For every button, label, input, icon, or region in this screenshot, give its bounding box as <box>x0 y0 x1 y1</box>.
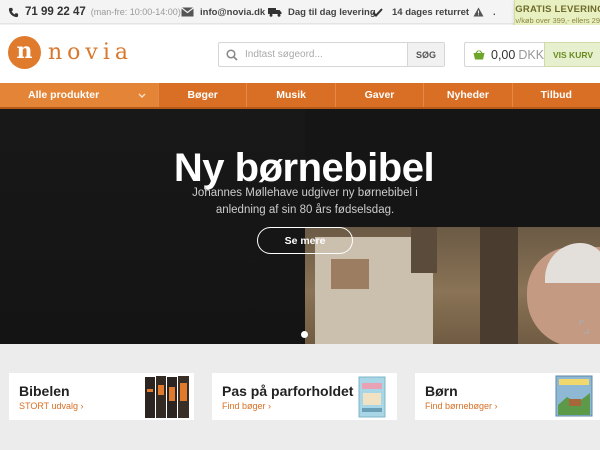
phone-number: 71 99 22 47 <box>25 6 86 18</box>
returns-info: 14 dages returret <box>372 0 469 24</box>
promo-link[interactable]: Find bøger › <box>222 401 271 411</box>
promo-card-born[interactable]: Børn Find børnebøger › <box>415 373 600 420</box>
see-more-button[interactable]: Se mere <box>257 227 353 254</box>
opening-hours: (man-fre: 10:00-14:00) <box>90 7 181 17</box>
basket-icon <box>469 49 489 60</box>
email-info[interactable]: info@novia.dk <box>181 0 265 24</box>
view-cart-button[interactable]: VIS KURV <box>544 42 600 67</box>
promo-title: Pas på parforholdet <box>222 383 354 399</box>
delivery-info: Dag til dag levering <box>268 0 376 24</box>
search-icon <box>219 43 245 66</box>
promo-link[interactable]: Find børnebøger › <box>425 401 498 411</box>
returns-text: 14 dages returret <box>392 6 470 18</box>
bible-books-image <box>145 376 189 418</box>
phone-info[interactable]: 71 99 22 47 (man-fre: 10:00-14:00) <box>8 0 181 24</box>
all-products-menu[interactable]: Alle produkter <box>0 83 158 107</box>
warning-info: . <box>473 0 496 24</box>
nav-link-nyheder[interactable]: Nyheder <box>423 83 511 107</box>
cart-currency: DKK <box>518 47 545 62</box>
free-delivery-subtitle: v/køb over 399,- ellers 29,- <box>515 16 600 25</box>
nav-link-boger[interactable]: Bøger <box>158 83 246 107</box>
logo-mark: n <box>8 36 41 69</box>
main-navigation: Alle produkter Bøger Musik Gaver Nyheder… <box>0 83 600 109</box>
hero-dark-background <box>0 109 305 344</box>
warning-text: . <box>493 6 496 18</box>
promo-title: Bibelen <box>19 383 70 399</box>
cart-amount: 0,00 <box>491 47 516 62</box>
search-bar: SØG <box>218 42 445 67</box>
hero-subtitle-line1: Johannes Møllehave udgiver ny børnebibel… <box>192 187 418 199</box>
phone-icon <box>8 7 19 18</box>
site-header: n novia SØG 0,00 DKK VIS KURV <box>0 25 600 83</box>
carousel-dot[interactable] <box>301 331 308 338</box>
hero-banner[interactable]: Ny børnebibel Johannes Møllehave udgiver… <box>0 109 600 344</box>
logo-text: novia <box>48 40 133 65</box>
cart-widget[interactable]: 0,00 DKK VIS KURV <box>464 42 600 67</box>
promo-section: Bibelen STORT udvalg › Pas på parforhold… <box>0 344 600 450</box>
childrens-bible-image <box>555 375 593 417</box>
promo-link[interactable]: STORT udvalg › <box>19 401 84 411</box>
free-delivery-title: GRATIS LEVERING <box>515 4 600 15</box>
email-address: info@novia.dk <box>200 6 266 18</box>
hero-subtitle-line2: anledning af sin 80 års fødselsdag. <box>215 204 395 216</box>
relationship-book-image <box>358 376 386 418</box>
nav-link-tilbud[interactable]: Tilbud <box>511 83 600 107</box>
search-input[interactable] <box>245 43 407 66</box>
top-info-bar: 71 99 22 47 (man-fre: 10:00-14:00) info@… <box>0 0 600 24</box>
all-products-label: Alle produkter <box>28 89 100 101</box>
promo-card-bibelen[interactable]: Bibelen STORT udvalg › <box>9 373 194 420</box>
novia-logo[interactable]: n novia <box>8 36 133 69</box>
expand-icon[interactable] <box>579 320 589 339</box>
nav-link-musik[interactable]: Musik <box>246 83 334 107</box>
promo-card-parforhold[interactable]: Pas på parforholdet Find bøger › <box>212 373 397 420</box>
promo-title: Børn <box>425 383 458 399</box>
check-icon <box>372 7 383 17</box>
delivery-text: Dag til dag levering <box>288 6 376 18</box>
chevron-down-icon <box>138 90 146 102</box>
warning-icon <box>473 7 484 17</box>
mail-icon <box>181 7 194 17</box>
hero-title: Ny børnebibel <box>173 146 435 190</box>
truck-icon <box>268 7 282 17</box>
search-button[interactable]: SØG <box>407 43 444 66</box>
nav-link-gaver[interactable]: Gaver <box>334 83 423 107</box>
